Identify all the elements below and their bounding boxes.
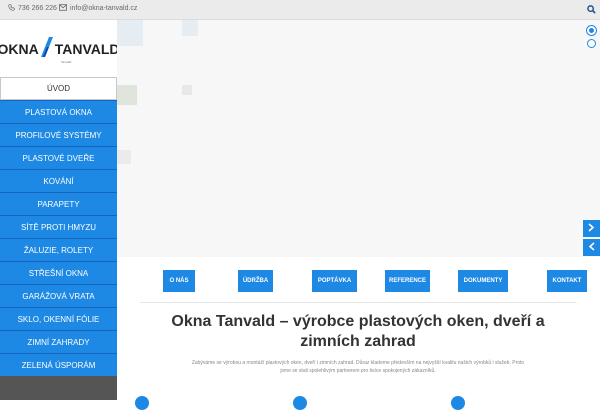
phone-contact[interactable]: 736 266 226	[8, 4, 57, 13]
slider-image-fragment	[182, 20, 198, 36]
search-button[interactable]	[582, 0, 600, 20]
phone-number: 736 266 226	[18, 5, 57, 12]
chevron-right-icon	[588, 222, 595, 235]
menu-item-plastova-okna[interactable]: PLASTOVÁ OKNA	[0, 100, 117, 123]
slider-dots	[586, 25, 597, 48]
menu-item-uvod[interactable]: ÚVOD	[0, 77, 117, 100]
menu-item-kovani[interactable]: KOVÁNÍ	[0, 169, 117, 192]
sidebar: OKNA TANVALD Tanvald ÚVOD PLASTOVÁ OKNA …	[0, 20, 120, 400]
menu-item-zimni-zahrady[interactable]: ZIMNÍ ZAHRADY	[0, 330, 117, 353]
menu-item-sklo-okenni-folie[interactable]: SKLO, OKENNÍ FÓLIE	[0, 307, 117, 330]
menu-item-zelena-usporam[interactable]: ZELENÁ ÚSPORÁM	[0, 353, 117, 376]
email-address: info@okna-tanvald.cz	[70, 5, 138, 12]
quicklink-poptavka[interactable]: POPTÁVKA	[312, 270, 357, 292]
email-contact[interactable]: info@okna-tanvald.cz	[59, 4, 137, 13]
intro-paragraph: Zabýváme se výrobou a montáží plastových…	[191, 360, 525, 374]
phone-icon	[8, 4, 15, 13]
menu-item-zaluzie-rolety[interactable]: ŽALUZIE, ROLETY	[0, 238, 117, 261]
quicklink-o-nas[interactable]: O NÁS	[163, 270, 195, 292]
quick-links: O NÁS ÚDRŽBA POPTÁVKA REFERENCE DOKUMENT…	[117, 270, 600, 292]
quicklink-reference[interactable]: REFERENCE	[385, 270, 430, 292]
menu-item-garazova-vrata[interactable]: GARÁŽOVÁ VRATA	[0, 284, 117, 307]
logo-mark-icon	[40, 36, 54, 61]
page-title: Okna Tanvald – výrobce plastových oken, …	[171, 313, 545, 350]
feature-icon-2	[293, 396, 307, 410]
logo-tagline: Tanvald	[61, 60, 72, 64]
slider-prev-button[interactable]	[583, 239, 600, 256]
slider-image-fragment	[182, 85, 192, 95]
sidebar-footer	[0, 376, 117, 400]
envelope-icon	[59, 4, 67, 13]
slider-image-fragment	[117, 85, 137, 105]
section-divider	[140, 302, 576, 303]
quicklink-dokumenty[interactable]: DOKUMENTY	[458, 270, 508, 292]
menu-item-stresni-okna[interactable]: STŘEŠNÍ OKNA	[0, 261, 117, 284]
feature-icon-3	[451, 396, 465, 410]
menu-item-site-proti-hmyzu[interactable]: SÍTĚ PROTI HMYZU	[0, 215, 117, 238]
slider-dot-1[interactable]	[586, 25, 597, 36]
top-bar: 736 266 226 info@okna-tanvald.cz	[0, 0, 600, 20]
main-menu: ÚVOD PLASTOVÁ OKNA PROFILOVÉ SYSTÉMY PLA…	[0, 77, 117, 376]
search-icon	[586, 1, 596, 19]
logo-text-right: TANVALD	[54, 40, 120, 57]
feature-icon-1	[135, 396, 149, 410]
quicklink-kontakt[interactable]: KONTAKT	[547, 270, 587, 292]
slider-next-button[interactable]	[583, 220, 600, 237]
menu-item-plastove-dvere[interactable]: PLASTOVÉ DVEŘE	[0, 146, 117, 169]
quicklink-udrzba[interactable]: ÚDRŽBA	[238, 270, 273, 292]
slider-image-fragment	[117, 150, 131, 164]
slider-dot-2[interactable]	[587, 39, 596, 48]
chevron-left-icon	[588, 241, 595, 254]
logo-text-left: OKNA	[0, 40, 39, 57]
slider-image-fragment	[117, 20, 143, 46]
logo[interactable]: OKNA TANVALD Tanvald	[0, 20, 120, 77]
menu-item-parapety[interactable]: PARAPETY	[0, 192, 117, 215]
hero-slider	[117, 20, 600, 257]
menu-item-profilove-systemy[interactable]: PROFILOVÉ SYSTÉMY	[0, 123, 117, 146]
